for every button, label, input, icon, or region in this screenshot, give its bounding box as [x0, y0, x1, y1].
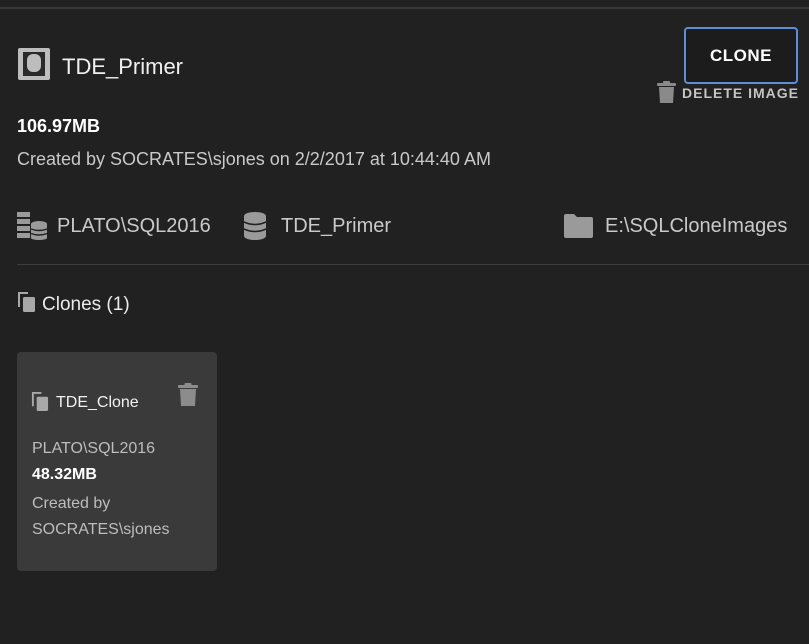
copy-icon: [18, 292, 35, 312]
source-server: PLATO\SQL2016: [17, 211, 211, 241]
image-created-info: Created by SOCRATES\sjones on 2/2/2017 a…: [17, 149, 491, 169]
delete-image-label: DELETE IMAGE: [682, 85, 800, 101]
server-database-icon: [17, 212, 47, 240]
clone-card[interactable]: TDE_Clone PLATO\SQL2016 48.32MB Created …: [17, 352, 217, 571]
image-location: E:\SQLCloneImages: [564, 211, 787, 241]
delete-clone-trash-icon[interactable]: [178, 383, 198, 407]
folder-icon: [564, 214, 593, 238]
clone-created-info: Created by SOCRATES\sjones: [32, 495, 170, 538]
image-title: TDE_Primer: [62, 54, 184, 79]
delete-image-button[interactable]: DELETE IMAGE: [657, 80, 799, 104]
clone-server: PLATO\SQL2016: [32, 440, 156, 457]
image-details-page: TDE_Primer CLONE DELETE IMAGE 106.97MB C…: [0, 0, 809, 644]
source-database-label: TDE_Primer: [281, 214, 392, 237]
database-icon: [244, 212, 266, 240]
section-divider: [17, 264, 809, 265]
clone-size: 48.32MB: [32, 466, 97, 483]
image-location-label: E:\SQLCloneImages: [605, 214, 788, 237]
source-server-label: PLATO\SQL2016: [57, 214, 211, 237]
clones-heading-label: Clones (1): [42, 294, 130, 315]
source-database: TDE_Primer: [244, 211, 391, 241]
clone-card-title: TDE_Clone: [31, 391, 139, 412]
clone-name: TDE_Clone: [56, 394, 139, 411]
clone-button[interactable]: CLONE: [684, 27, 798, 84]
database-image-icon: [18, 48, 50, 80]
image-size: 106.97MB: [17, 116, 101, 136]
copy-icon: [31, 391, 49, 411]
trash-icon: [657, 80, 676, 103]
top-divider: [0, 7, 809, 9]
clones-heading: Clones (1): [17, 292, 130, 316]
